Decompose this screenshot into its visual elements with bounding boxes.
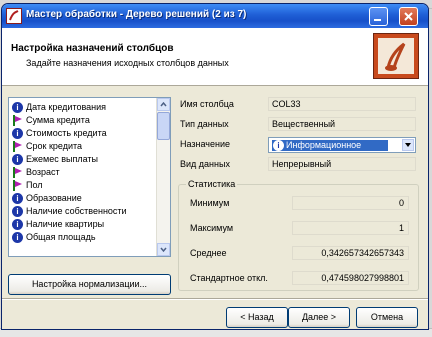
footer-separator: [2, 298, 428, 300]
purpose-selected: i Информационное: [272, 140, 388, 151]
close-icon: [404, 12, 413, 21]
cancel-button[interactable]: Отмена: [356, 307, 418, 328]
data-kind-label: Вид данных: [180, 159, 230, 169]
data-kind-field: Непрерывный: [268, 157, 416, 171]
list-item-label: Наличие квартиры: [26, 219, 105, 229]
wizard-dialog: Мастер обработки - Дерево решений (2 из …: [1, 3, 429, 330]
list-item-label: Возраст: [26, 167, 60, 177]
purpose-label: Назначение: [180, 139, 231, 149]
header-title: Настройка назначений столбцов: [11, 43, 174, 54]
list-item-label: Стоимость кредита: [26, 128, 107, 138]
mean-field: 0,342657342657343: [292, 246, 409, 260]
target-flag-icon: [13, 115, 22, 126]
purpose-select[interactable]: i Информационное: [268, 137, 416, 153]
window-title: Мастер обработки - Дерево решений (2 из …: [26, 9, 247, 20]
minimize-button[interactable]: [369, 7, 388, 26]
list-item-label: Сумма кредита: [26, 115, 90, 125]
max-field: 1: [292, 221, 409, 235]
dropdown-button[interactable]: [402, 139, 414, 151]
target-flag-icon: [13, 167, 22, 178]
columns-listbox[interactable]: i Дата кредитования Сумма кредита i Стои…: [8, 97, 171, 257]
list-item-label: Дата кредитования: [26, 102, 107, 112]
scroll-up-button[interactable]: [157, 98, 170, 111]
close-button[interactable]: [399, 7, 418, 26]
chevron-up-icon: [160, 101, 167, 107]
info-icon: i: [12, 154, 23, 165]
statistics-title: Статистика: [186, 179, 238, 189]
info-icon: i: [12, 193, 23, 204]
info-icon: i: [273, 140, 284, 151]
app-icon: [6, 8, 22, 24]
max-label: Максимум: [190, 223, 234, 233]
chevron-down-icon: [160, 247, 167, 253]
info-icon: i: [12, 219, 23, 230]
mean-label: Среднее: [190, 248, 227, 258]
list-item-label: Образование: [26, 193, 82, 203]
list-item-label: Срок кредита: [26, 141, 83, 151]
data-type-label: Тип данных: [180, 119, 229, 129]
header-subtitle: Задайте назначения исходных столбцов дан…: [26, 58, 229, 68]
chevron-down-icon: [405, 143, 411, 147]
min-field: 0: [292, 196, 409, 210]
std-label: Стандартное откл.: [190, 273, 268, 283]
list-item-label: Ежемес выплаты: [26, 154, 98, 164]
data-type-field: Вещественный: [268, 117, 416, 131]
std-field: 0,474598027998801: [292, 271, 409, 285]
target-flag-icon: [13, 180, 22, 191]
info-icon: i: [12, 128, 23, 139]
list-scrollbar[interactable]: [156, 98, 170, 256]
minimize-icon: [374, 19, 381, 21]
min-label: Минимум: [190, 198, 230, 208]
info-icon: i: [12, 206, 23, 217]
scroll-down-button[interactable]: [157, 243, 170, 256]
title-bar[interactable]: Мастер обработки - Дерево решений (2 из …: [2, 4, 428, 28]
list-item-label: Общая площадь: [26, 232, 96, 242]
normalization-settings-button[interactable]: Настройка нормализации...: [8, 274, 171, 295]
back-button[interactable]: < Назад: [226, 307, 288, 328]
scroll-thumb[interactable]: [157, 112, 170, 140]
column-name-label: Имя столбца: [180, 99, 234, 109]
info-icon: i: [12, 102, 23, 113]
info-icon: i: [12, 232, 23, 243]
list-item-label: Наличие собственности: [26, 206, 127, 216]
next-button[interactable]: Далее >: [288, 307, 350, 328]
purpose-value: Информационное: [286, 140, 362, 150]
target-flag-icon: [13, 141, 22, 152]
column-name-field: COL33: [268, 97, 416, 111]
wizard-header: Настройка назначений столбцов Задайте на…: [2, 28, 428, 86]
product-logo: [373, 33, 419, 79]
list-item-label: Пол: [26, 180, 43, 190]
